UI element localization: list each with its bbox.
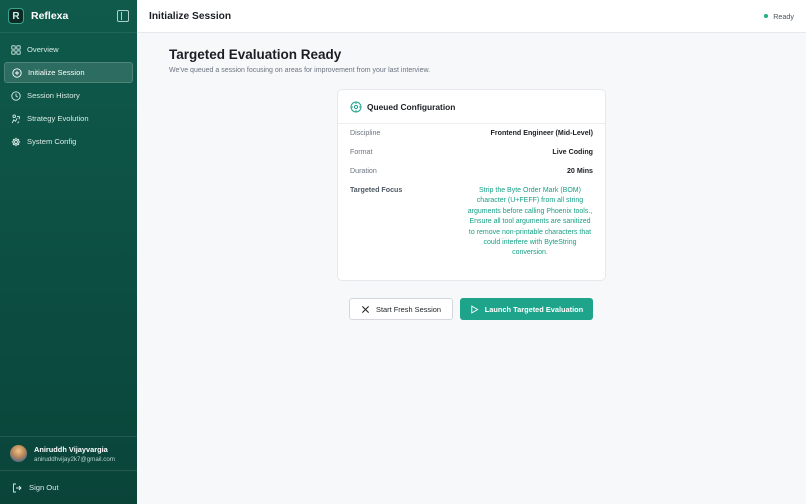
sidebar-item-overview[interactable]: Overview bbox=[4, 39, 133, 60]
brand-bar: R Reflexa bbox=[0, 0, 137, 33]
sidebar-item-initialize-session[interactable]: Initialize Session bbox=[4, 62, 133, 83]
evolution-icon bbox=[11, 113, 21, 124]
crosshair-icon bbox=[350, 101, 362, 112]
gear-icon bbox=[11, 137, 21, 147]
sidebar-item-label: Session History bbox=[27, 91, 80, 100]
grid-icon bbox=[11, 44, 21, 55]
headline: Targeted Evaluation Ready bbox=[169, 47, 342, 62]
play-icon bbox=[471, 304, 479, 314]
status-dot-icon bbox=[764, 14, 769, 18]
discipline-row: Discipline Frontend Engineer (Mid-Level) bbox=[350, 129, 593, 137]
user-profile[interactable]: Aniruddh Vijayvargia aniruddhvijay2k7@gm… bbox=[0, 436, 137, 470]
sidebar-item-session-history[interactable]: Session History bbox=[4, 85, 133, 106]
top-header: Initialize Session Ready bbox=[137, 0, 806, 33]
sidebar-item-label: Initialize Session bbox=[28, 68, 85, 77]
sign-out-icon bbox=[13, 483, 22, 492]
app-logo: R bbox=[8, 8, 24, 24]
duration-label: Duration bbox=[350, 167, 377, 175]
subheadline: We've queued a session focusing on areas… bbox=[169, 67, 431, 74]
format-value: Live Coding bbox=[552, 148, 593, 156]
clock-icon bbox=[11, 90, 21, 101]
brand-name: Reflexa bbox=[31, 10, 69, 22]
user-name: Aniruddh Vijayvargia bbox=[34, 444, 108, 454]
launch-label: Launch Targeted Evaluation bbox=[484, 304, 584, 314]
sidebar-item-system-config[interactable]: System Config bbox=[4, 131, 133, 152]
sidebar-collapse-icon[interactable] bbox=[117, 10, 129, 22]
user-email: aniruddhvijay2k7@gmail.com bbox=[34, 455, 115, 463]
avatar bbox=[10, 445, 27, 462]
sidebar: R Reflexa Overview Initialize Session Se… bbox=[0, 0, 137, 504]
sidebar-item-label: System Config bbox=[27, 137, 77, 146]
sign-out-button[interactable]: Sign Out bbox=[0, 470, 137, 504]
status-indicator: Ready bbox=[764, 12, 794, 21]
sidebar-nav: Overview Initialize Session Session Hist… bbox=[0, 33, 137, 160]
queued-configuration-card: Queued Configuration Discipline Frontend… bbox=[337, 89, 606, 281]
discipline-label: Discipline bbox=[350, 129, 381, 137]
sidebar-item-strategy-evolution[interactable]: Strategy Evolution bbox=[4, 108, 133, 129]
sidebar-item-label: Overview bbox=[27, 45, 59, 54]
format-row: Format Live Coding bbox=[350, 148, 593, 156]
targeted-focus-label: Targeted Focus bbox=[350, 186, 403, 194]
plus-circle-icon bbox=[12, 67, 22, 78]
sidebar-item-label: Strategy Evolution bbox=[27, 114, 89, 123]
discipline-value: Frontend Engineer (Mid-Level) bbox=[490, 129, 593, 137]
close-icon bbox=[362, 305, 370, 313]
sign-out-label: Sign Out bbox=[29, 483, 59, 492]
start-fresh-label: Start Fresh Session bbox=[376, 304, 441, 314]
page-title: Initialize Session bbox=[149, 10, 232, 22]
main-content: Targeted Evaluation Ready We've queued a… bbox=[137, 33, 806, 504]
launch-targeted-evaluation-button[interactable]: Launch Targeted Evaluation bbox=[460, 298, 593, 320]
user-info: Aniruddh Vijayvargia aniruddhvijay2k7@gm… bbox=[34, 445, 115, 463]
start-fresh-session-button[interactable]: Start Fresh Session bbox=[349, 298, 453, 320]
duration-value: 20 Mins bbox=[566, 167, 593, 175]
card-title: Queued Configuration bbox=[367, 101, 456, 112]
duration-row: Duration 20 Mins bbox=[350, 167, 593, 175]
status-text: Ready bbox=[773, 11, 794, 21]
card-header: Queued Configuration bbox=[338, 90, 605, 124]
format-label: Format bbox=[350, 148, 373, 156]
targeted-focus-value: Strip the Byte Order Mark (BOM) characte… bbox=[467, 187, 593, 257]
